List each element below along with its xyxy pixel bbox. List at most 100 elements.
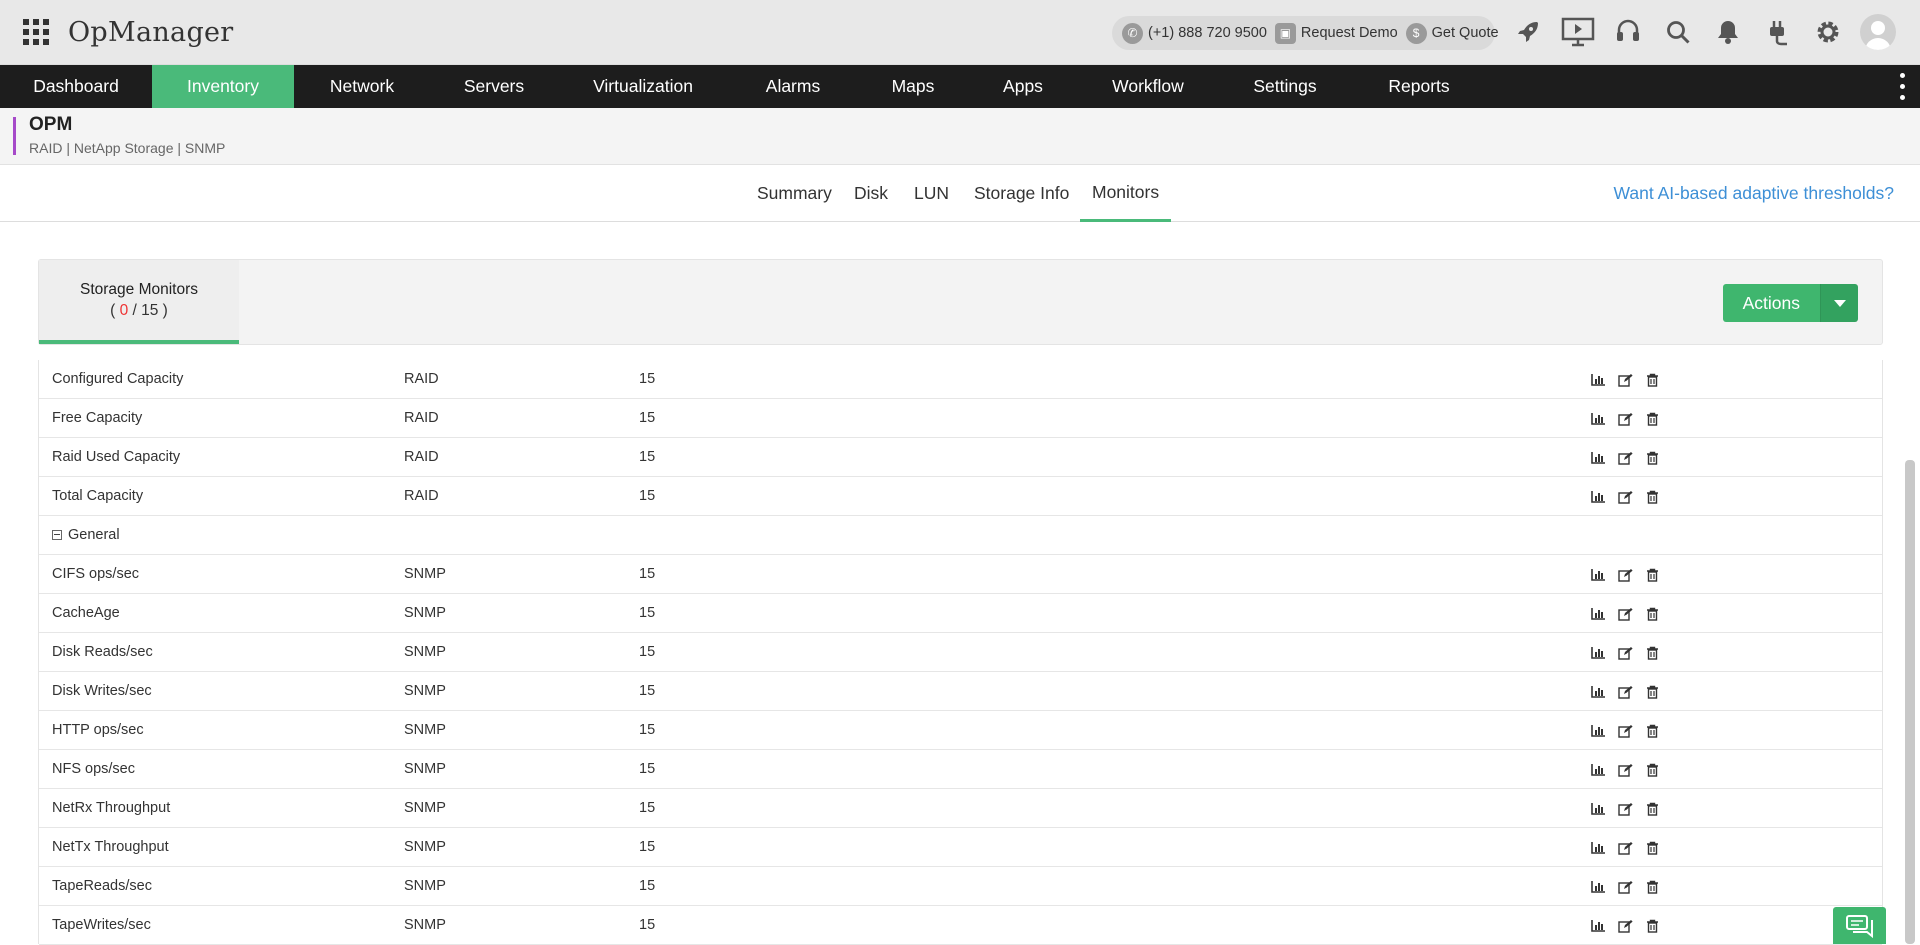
monitor-protocol: SNMP — [404, 878, 446, 894]
search-icon[interactable] — [1660, 14, 1696, 50]
edit-icon[interactable] — [1617, 488, 1634, 505]
bar-chart-icon[interactable] — [1590, 644, 1607, 661]
actions-button-group: Actions — [1722, 284, 1858, 322]
tab-summary[interactable]: Summary — [757, 165, 832, 222]
group-row-general: General — [39, 516, 1882, 555]
monitor-protocol: RAID — [404, 371, 439, 387]
nav-virtualization[interactable]: Virtualization — [558, 65, 728, 108]
bar-chart-icon[interactable] — [1590, 488, 1607, 505]
collapse-icon[interactable] — [52, 530, 62, 540]
apps-grid-icon[interactable] — [23, 19, 49, 45]
table-row: Disk Writes/sec SNMP 15 — [39, 672, 1882, 711]
edit-icon[interactable] — [1617, 410, 1634, 427]
tab-storage-info[interactable]: Storage Info — [974, 165, 1069, 222]
actions-button[interactable]: Actions — [1722, 284, 1820, 322]
bar-chart-icon[interactable] — [1590, 722, 1607, 739]
tab-monitors[interactable]: Monitors — [1080, 165, 1172, 222]
edit-icon[interactable] — [1617, 722, 1634, 739]
edit-icon[interactable] — [1617, 644, 1634, 661]
trash-icon[interactable] — [1644, 488, 1661, 505]
request-demo-link[interactable]: Request Demo — [1301, 25, 1398, 41]
monitor-name: Total Capacity — [52, 488, 144, 504]
nav-network[interactable]: Network — [294, 65, 430, 108]
rocket-icon[interactable] — [1510, 14, 1546, 50]
more-menu-icon[interactable] — [1900, 73, 1906, 100]
bar-chart-icon[interactable] — [1590, 371, 1607, 388]
nav-apps[interactable]: Apps — [968, 65, 1078, 108]
trash-icon[interactable] — [1644, 410, 1661, 427]
gear-icon[interactable] — [1810, 14, 1846, 50]
user-avatar-icon[interactable] — [1860, 14, 1896, 50]
monitor-interval: 15 — [639, 488, 656, 504]
phone-number-link[interactable]: (+1) 888 720 9500 — [1148, 25, 1267, 41]
trash-icon[interactable] — [1644, 800, 1661, 817]
storage-monitors-label: Storage Monitors — [79, 280, 199, 298]
bar-chart-icon[interactable] — [1590, 566, 1607, 583]
monitor-name: Disk Reads/sec — [52, 644, 153, 660]
edit-icon[interactable] — [1617, 800, 1634, 817]
edit-icon[interactable] — [1617, 449, 1634, 466]
headset-icon[interactable] — [1610, 14, 1646, 50]
row-actions — [1590, 371, 1671, 388]
storage-monitors-tab[interactable]: Storage Monitors ( 0 / 15 ) — [39, 260, 239, 344]
monitor-protocol: SNMP — [404, 722, 446, 738]
bar-chart-icon[interactable] — [1590, 449, 1607, 466]
nav-workflow[interactable]: Workflow — [1078, 65, 1218, 108]
table-row: Configured Capacity RAID 15 — [39, 360, 1882, 399]
nav-settings[interactable]: Settings — [1218, 65, 1352, 108]
nav-alarms[interactable]: Alarms — [728, 65, 858, 108]
get-quote-link[interactable]: Get Quote — [1432, 25, 1499, 41]
plug-icon[interactable] — [1760, 14, 1796, 50]
chat-icon[interactable] — [1833, 907, 1886, 944]
row-actions — [1590, 410, 1671, 427]
monitor-name: TapeWrites/sec — [52, 917, 151, 933]
edit-icon[interactable] — [1617, 683, 1634, 700]
bar-chart-icon[interactable] — [1590, 839, 1607, 856]
bell-icon[interactable] — [1710, 14, 1746, 50]
trash-icon[interactable] — [1644, 917, 1661, 934]
trash-icon[interactable] — [1644, 644, 1661, 661]
bar-chart-icon[interactable] — [1590, 683, 1607, 700]
trash-icon[interactable] — [1644, 761, 1661, 778]
monitor-interval: 15 — [639, 605, 656, 621]
device-header: OPM RAID | NetApp Storage | SNMP — [0, 108, 1920, 165]
trash-icon[interactable] — [1644, 605, 1661, 622]
tab-lun[interactable]: LUN — [914, 165, 949, 222]
bar-chart-icon[interactable] — [1590, 761, 1607, 778]
nav-dashboard[interactable]: Dashboard — [0, 65, 152, 108]
edit-icon[interactable] — [1617, 605, 1634, 622]
bar-chart-icon[interactable] — [1590, 605, 1607, 622]
trash-icon[interactable] — [1644, 839, 1661, 856]
edit-icon[interactable] — [1617, 917, 1634, 934]
monitor-protocol: SNMP — [404, 839, 446, 855]
presentation-icon[interactable] — [1560, 14, 1596, 50]
edit-icon[interactable] — [1617, 878, 1634, 895]
edit-icon[interactable] — [1617, 566, 1634, 583]
bar-chart-icon[interactable] — [1590, 878, 1607, 895]
nav-inventory[interactable]: Inventory — [152, 65, 294, 108]
ai-thresholds-link[interactable]: Want AI-based adaptive thresholds? — [1614, 165, 1895, 222]
page-scrollbar[interactable] — [1905, 460, 1915, 944]
nav-reports[interactable]: Reports — [1352, 65, 1486, 108]
monitor-protocol: RAID — [404, 449, 439, 465]
trash-icon[interactable] — [1644, 683, 1661, 700]
trash-icon[interactable] — [1644, 566, 1661, 583]
edit-icon[interactable] — [1617, 761, 1634, 778]
monitor-interval: 15 — [639, 566, 656, 582]
trash-icon[interactable] — [1644, 449, 1661, 466]
edit-icon[interactable] — [1617, 371, 1634, 388]
contact-bar: ✆ (+1) 888 720 9500 ▣ Request Demo $ Get… — [1112, 16, 1499, 50]
trash-icon[interactable] — [1644, 371, 1661, 388]
trash-icon[interactable] — [1644, 722, 1661, 739]
nav-servers[interactable]: Servers — [430, 65, 558, 108]
actions-dropdown-toggle[interactable] — [1820, 284, 1858, 322]
trash-icon[interactable] — [1644, 878, 1661, 895]
monitor-name: HTTP ops/sec — [52, 722, 144, 738]
bar-chart-icon[interactable] — [1590, 800, 1607, 817]
tab-disk[interactable]: Disk — [854, 165, 888, 222]
phone-icon: ✆ — [1122, 22, 1143, 44]
bar-chart-icon[interactable] — [1590, 917, 1607, 934]
bar-chart-icon[interactable] — [1590, 410, 1607, 427]
edit-icon[interactable] — [1617, 839, 1634, 856]
nav-maps[interactable]: Maps — [858, 65, 968, 108]
